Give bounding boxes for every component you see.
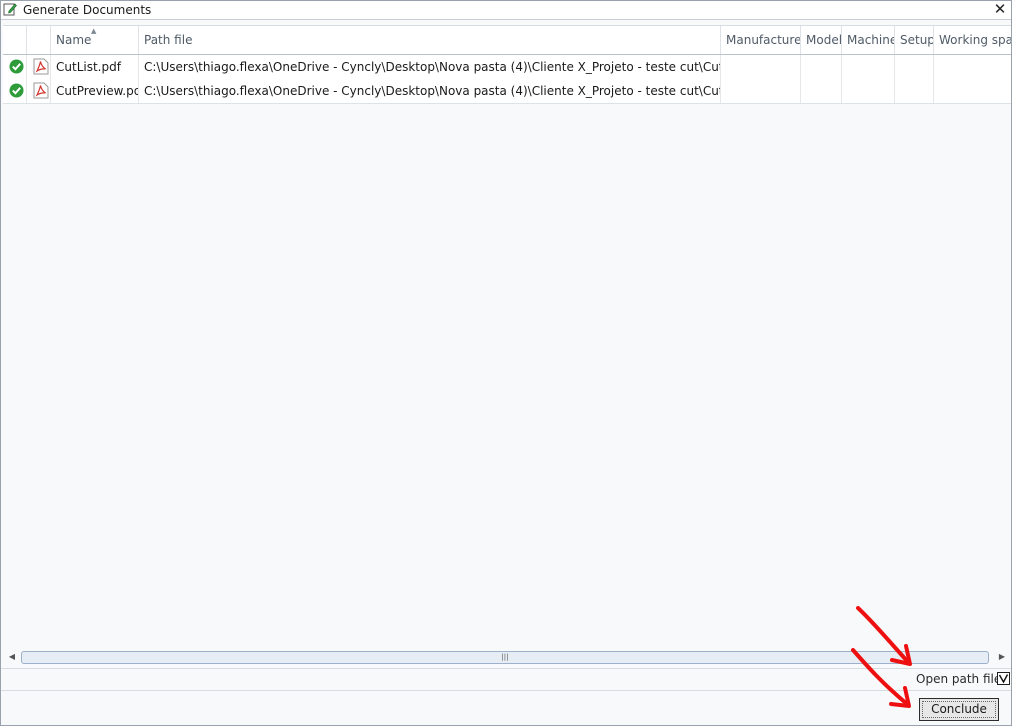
divider bbox=[1, 668, 1011, 669]
scroll-right-button[interactable]: ▶ bbox=[995, 649, 1009, 665]
scroll-left-button[interactable]: ◀ bbox=[5, 649, 19, 665]
status-cell bbox=[3, 79, 27, 103]
path-file-cell: C:\Users\thiago.flexa\OneDrive - Cyncly\… bbox=[139, 79, 721, 103]
working-space-cell bbox=[934, 55, 1011, 79]
title-bar: Generate Documents ✕ bbox=[1, 1, 1011, 20]
horizontal-scrollbar[interactable]: ◀ ||| ▶ bbox=[3, 647, 1011, 667]
file-name-cell: CutList.pdf bbox=[51, 55, 139, 79]
machine-cell bbox=[842, 79, 895, 103]
success-check-icon bbox=[9, 59, 24, 74]
status-cell bbox=[3, 55, 27, 79]
pdf-icon bbox=[33, 58, 49, 75]
header-path-file[interactable]: Path file bbox=[139, 26, 721, 54]
grid-header: Name ▲ Path file Manufacturer Model Mach… bbox=[3, 26, 1011, 55]
close-button[interactable]: ✕ bbox=[991, 1, 1009, 18]
open-path-file-label: Open path file bbox=[916, 672, 1002, 686]
table-row[interactable]: CutList.pdf C:\Users\thiago.flexa\OneDri… bbox=[3, 54, 1011, 80]
file-icon-cell bbox=[27, 79, 51, 103]
scrollbar-thumb[interactable]: ||| bbox=[21, 651, 989, 664]
scroll-right-icon: ▶ bbox=[998, 652, 1006, 661]
divider bbox=[1, 690, 1011, 691]
header-working-space[interactable]: Working spac bbox=[934, 26, 1011, 54]
header-name[interactable]: Name ▲ bbox=[51, 26, 139, 54]
file-name-cell: CutPreview.pdf bbox=[51, 79, 139, 103]
pdf-icon bbox=[33, 82, 49, 99]
setup-cell bbox=[895, 55, 934, 79]
header-icon-column bbox=[27, 26, 51, 54]
window-title: Generate Documents bbox=[23, 3, 152, 17]
machine-cell bbox=[842, 55, 895, 79]
model-cell bbox=[801, 79, 842, 103]
success-check-icon bbox=[9, 83, 24, 98]
header-setup[interactable]: Setup bbox=[895, 26, 934, 54]
path-file-cell: C:\Users\thiago.flexa\OneDrive - Cyncly\… bbox=[139, 55, 721, 79]
document-edit-icon bbox=[3, 3, 17, 16]
header-manufacturer[interactable]: Manufacturer bbox=[721, 26, 801, 54]
working-space-cell bbox=[934, 79, 1011, 103]
grip-icon: ||| bbox=[501, 653, 509, 661]
checkmark-icon bbox=[998, 674, 1009, 684]
setup-cell bbox=[895, 79, 934, 103]
sort-ascending-icon: ▲ bbox=[91, 27, 97, 35]
manufacturer-cell bbox=[721, 55, 801, 79]
header-model[interactable]: Model bbox=[801, 26, 842, 54]
documents-grid: Name ▲ Path file Manufacturer Model Mach… bbox=[3, 25, 1011, 666]
generate-documents-window: Generate Documents ✕ Name ▲ Path file Ma… bbox=[0, 0, 1012, 726]
header-status-column bbox=[3, 26, 27, 54]
scroll-left-icon: ◀ bbox=[8, 652, 16, 661]
manufacturer-cell bbox=[721, 79, 801, 103]
close-icon: ✕ bbox=[993, 0, 1007, 18]
open-path-file-checkbox[interactable] bbox=[997, 672, 1010, 685]
file-icon-cell bbox=[27, 55, 51, 79]
header-machine[interactable]: Machine bbox=[842, 26, 895, 54]
table-row[interactable]: CutPreview.pdf C:\Users\thiago.flexa\One… bbox=[3, 79, 1011, 104]
conclude-button[interactable]: Conclude bbox=[919, 698, 999, 721]
model-cell bbox=[801, 55, 842, 79]
